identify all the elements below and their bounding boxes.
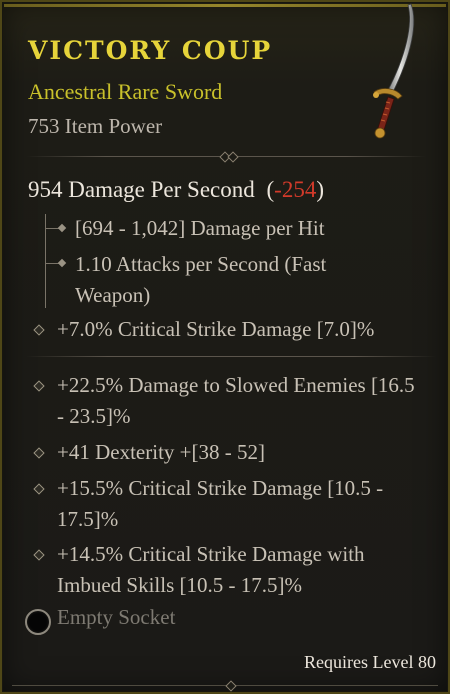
stat-tree-branch [45,228,59,229]
item-tooltip: Victory Coup Ancestral Rare Sword 753 It… [0,0,450,694]
socket-icon [25,609,51,635]
affix-dexterity: +41 Dexterity +[38 - 52] [57,440,265,464]
dps-close-paren: ) [316,177,325,202]
empty-socket-label: Empty Socket [57,605,176,629]
dps-value: 954 Damage Per Second [28,177,255,202]
damage-per-hit: [694 - 1,042] Damage per Hit [75,216,325,240]
divider-ornament [227,151,239,163]
item-type: Ancestral Rare Sword [28,79,223,104]
damage-per-second: 954 Damage Per Second (-254) [28,177,324,203]
stat-node [57,223,67,233]
implicit-bullet [33,324,45,336]
level-requirement: Requires Level 80 [304,652,436,672]
affix-imbued-crit-damage: +14.5% Critical Strike Damage with Imbue… [57,542,365,597]
affix-bullet [33,380,45,392]
item-name: Victory Coup [28,36,273,65]
affix-divider [26,356,436,357]
item-power: 753 Item Power [28,114,163,138]
stat-node [57,258,67,268]
dps-delta: -254 [274,177,317,202]
stat-tree-branch [45,263,59,264]
sword-icon [373,3,415,139]
affix-slowed-damage: +22.5% Damage to Slowed Enemies [16.5 - … [57,373,415,428]
affix-bullet [33,483,45,495]
attacks-per-second: 1.10 Attacks per Second (Fast Weapon) [75,252,327,307]
affix-bullet [33,447,45,459]
footer-ornament [225,680,237,692]
affix-crit-damage: +15.5% Critical Strike Damage [10.5 - 17… [57,476,384,531]
implicit-stat: +7.0% Critical Strike Damage [7.0]% [57,317,375,341]
affix-bullet [33,549,45,561]
